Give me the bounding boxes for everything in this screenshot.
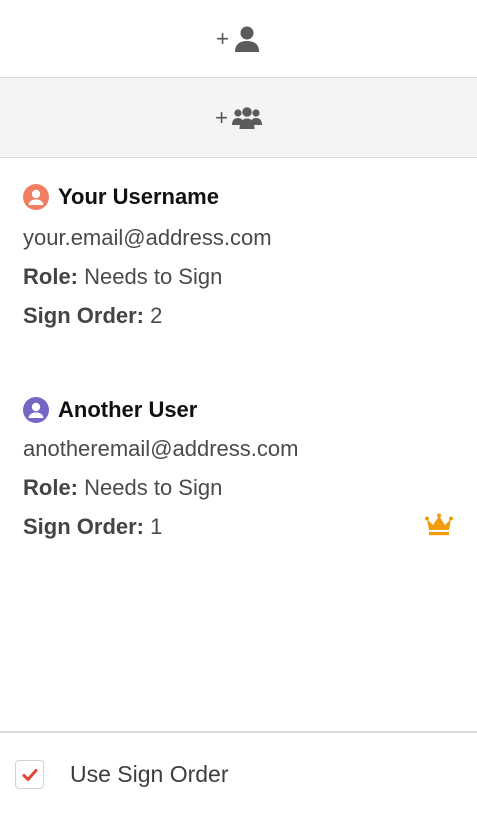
crown-icon	[425, 513, 453, 536]
use-sign-order-control[interactable]: Use Sign Order	[15, 760, 229, 789]
sign-order-value: 2	[150, 303, 163, 328]
signer-order: Sign Order: 2	[23, 296, 463, 335]
signer-card: Your Username your.email@address.com Rol…	[23, 183, 463, 335]
sign-order-value: 1	[150, 514, 163, 539]
user-icon	[233, 25, 261, 53]
user-avatar-icon	[23, 184, 49, 210]
user-avatar-icon	[23, 397, 49, 423]
role-value: Needs to Sign	[84, 264, 223, 289]
signer-name: Your Username	[58, 184, 219, 209]
signer-role: Role: Needs to Sign	[23, 468, 463, 507]
role-label: Role:	[23, 475, 78, 500]
add-signer-button[interactable]: +	[0, 0, 477, 78]
signer-role: Role: Needs to Sign	[23, 257, 463, 296]
signer-name-row: Another User	[23, 396, 463, 424]
signer-email: your.email@address.com	[23, 225, 272, 250]
signer-email: anotheremail@address.com	[23, 436, 299, 461]
sign-order-label: Sign Order:	[23, 303, 145, 328]
checkmark-icon	[22, 768, 37, 781]
signer-card: Another User anotheremail@address.com Ro…	[23, 396, 463, 546]
signer-order: Sign Order: 1	[23, 507, 463, 546]
role-label: Role:	[23, 264, 78, 289]
plus-icon: +	[215, 104, 228, 130]
signer-name-row: Your Username	[23, 183, 463, 211]
plus-icon: +	[216, 25, 229, 51]
use-sign-order-checkbox[interactable]	[15, 760, 44, 789]
footer-divider	[0, 731, 477, 733]
role-value: Needs to Sign	[84, 475, 223, 500]
signer-name: Another User	[58, 397, 198, 422]
use-sign-order-label[interactable]: Use Sign Order	[70, 761, 229, 788]
add-group-button[interactable]: +	[0, 78, 477, 158]
sign-order-label: Sign Order:	[23, 514, 145, 539]
group-icon	[231, 106, 262, 130]
